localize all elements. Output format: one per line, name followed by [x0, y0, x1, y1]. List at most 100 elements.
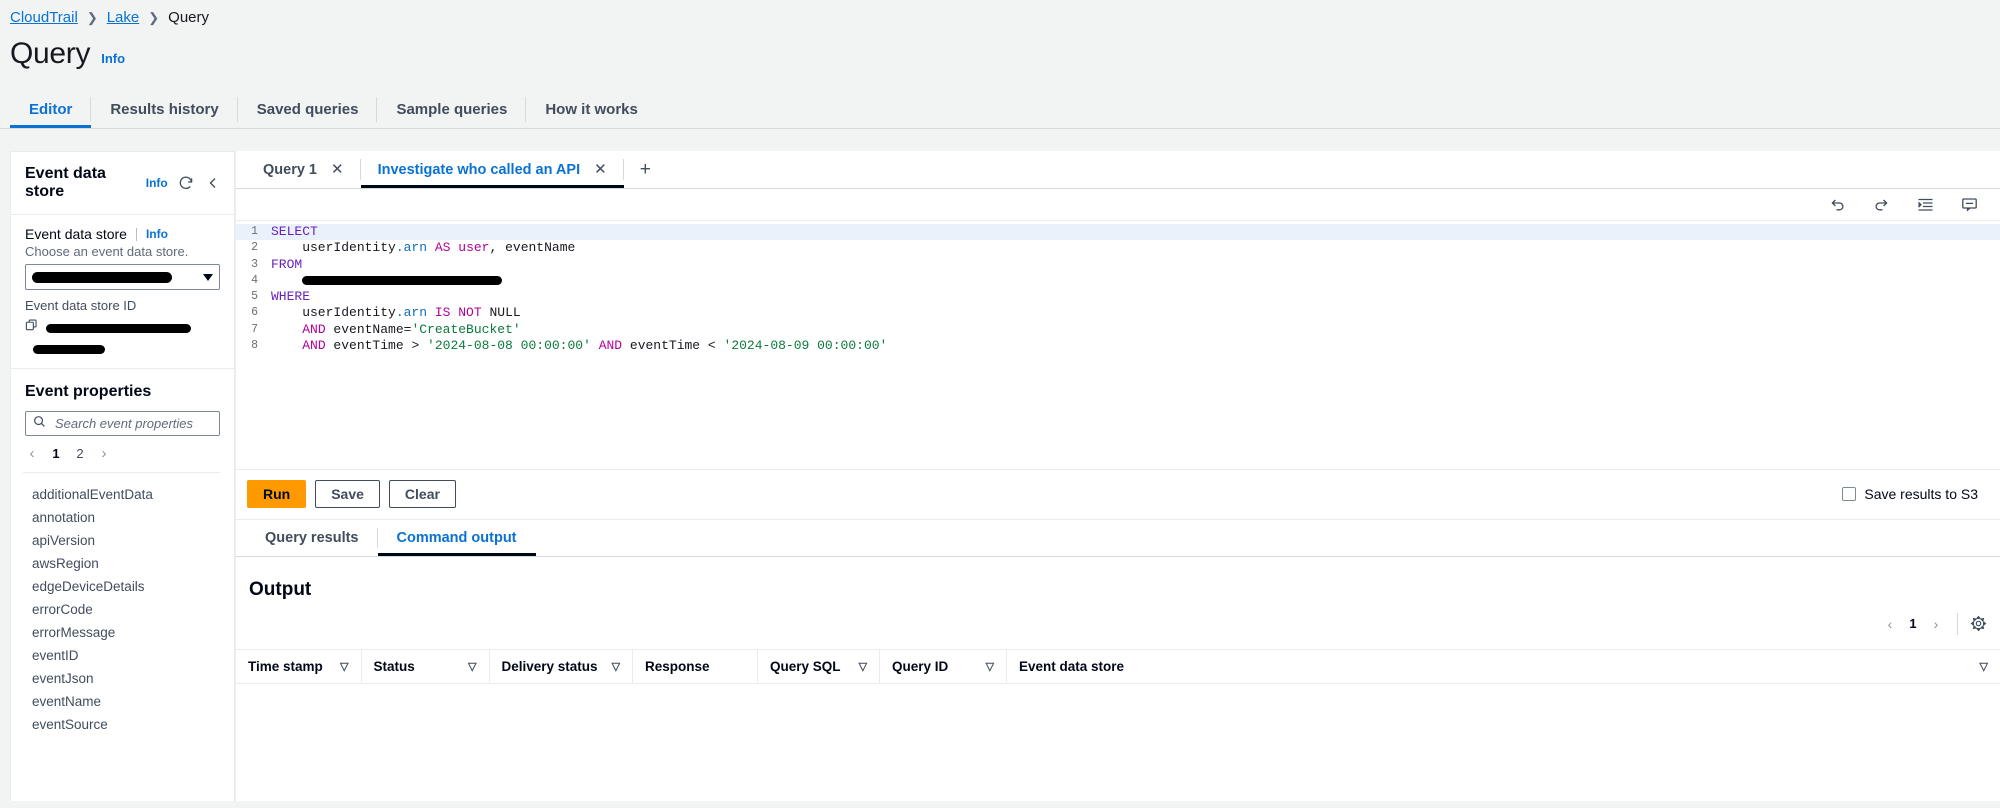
pagination-page-1[interactable]: 1 — [47, 446, 65, 461]
code-line[interactable]: 5 WHERE — [236, 289, 2000, 305]
breadcrumb-separator-icon: ❯ — [148, 9, 160, 25]
sort-icon[interactable]: ▽ — [326, 660, 360, 673]
close-icon[interactable]: ✕ — [331, 162, 344, 177]
column-label: Delivery status — [501, 658, 598, 674]
tab-results-history[interactable]: Results history — [91, 91, 239, 128]
sort-icon[interactable]: ▽ — [972, 660, 1006, 673]
column-header-response: Response — [632, 648, 759, 684]
gear-icon[interactable] — [1968, 614, 1988, 634]
code-line[interactable]: 7 AND eventName='CreateBucket' — [236, 322, 2000, 338]
breadcrumb-item-lake[interactable]: Lake — [107, 9, 140, 26]
undo-icon[interactable] — [1828, 196, 1846, 214]
sort-icon[interactable]: ▽ — [845, 660, 879, 673]
sql-attribute: .arn — [395, 240, 428, 256]
sql-token: , eventName — [489, 240, 576, 256]
save-results-to-s3-label: Save results to S3 — [1864, 485, 1978, 502]
code-line[interactable]: 2 userIdentity.arn AS user, eventName — [236, 240, 2000, 256]
redo-icon[interactable] — [1872, 196, 1890, 214]
column-header-query-sql: Query SQL ▽ — [757, 648, 881, 684]
query-tab-query-1-label: Query 1 — [263, 161, 317, 178]
pagination-page-2[interactable]: 2 — [71, 446, 89, 461]
tab-editor[interactable]: Editor — [10, 91, 92, 128]
comment-icon[interactable] — [1960, 196, 1978, 214]
search-input[interactable] — [53, 415, 212, 432]
sql-keyword: IS NOT — [427, 305, 490, 321]
pagination-prev-button[interactable]: ‹ — [23, 445, 41, 462]
save-results-to-s3-row[interactable]: Save results to S3 — [1842, 486, 1978, 502]
sidebar-info-link[interactable]: Info — [146, 176, 168, 190]
list-item[interactable]: apiVersion — [11, 529, 234, 552]
tab-command-output[interactable]: Command output — [378, 520, 536, 556]
output-pagination-prev[interactable]: ‹ — [1879, 613, 1901, 635]
tab-query-results[interactable]: Query results — [246, 520, 378, 556]
code-line[interactable]: 3 FROM — [236, 257, 2000, 273]
sort-icon[interactable]: ▽ — [454, 660, 488, 673]
run-button[interactable]: Run — [247, 479, 307, 508]
event-data-store-select[interactable] — [25, 264, 220, 290]
list-item[interactable]: annotation — [11, 506, 234, 529]
query-editor-panel: Query 1 ✕ Investigate who called an API … — [235, 151, 2000, 801]
code-line[interactable]: 1 SELECT — [236, 224, 2000, 241]
output-table-toolbar: ‹ 1 › — [236, 601, 2000, 649]
sort-icon[interactable]: ▽ — [1966, 660, 2000, 673]
code-line[interactable]: 8 AND eventTime > '2024-08-08 00:00:00' … — [236, 338, 2000, 354]
label-divider — [135, 227, 137, 241]
output-pagination-next[interactable]: › — [1925, 613, 1947, 635]
chevron-down-icon — [203, 273, 213, 281]
sql-token: userIdentity — [271, 240, 396, 256]
event-properties-section: Event properties ‹ 1 2 › — [11, 368, 234, 473]
tab-how-it-works[interactable]: How it works — [526, 91, 657, 128]
pagination-next-button[interactable]: › — [95, 445, 113, 462]
list-item[interactable]: errorCode — [11, 598, 234, 621]
sql-code-editor[interactable]: 1 SELECT 2 userIdentity.arn AS user, eve… — [236, 221, 2000, 469]
event-data-store-info-link[interactable]: Info — [146, 227, 168, 241]
add-query-tab-button[interactable]: + — [624, 151, 667, 188]
sql-token: eventName= — [325, 321, 412, 337]
clear-button[interactable]: Clear — [388, 479, 456, 508]
event-properties-title: Event properties — [25, 383, 152, 400]
format-indent-icon[interactable] — [1916, 196, 1934, 214]
list-item[interactable]: edgeDeviceDetails — [11, 575, 234, 598]
breadcrumb-item-cloudtrail[interactable]: CloudTrail — [10, 9, 78, 26]
column-label: Time stamp — [248, 658, 323, 674]
event-data-store-id-redacted-2 — [33, 345, 105, 354]
line-number: 3 — [251, 257, 258, 271]
list-item[interactable]: eventName — [11, 690, 234, 713]
page-info-link[interactable]: Info — [101, 51, 125, 66]
column-label: Query ID — [892, 658, 949, 674]
code-line[interactable]: 4 — [236, 273, 2000, 289]
list-item[interactable]: additionalEventData — [11, 483, 234, 506]
table-header-row: Time stamp ▽ Status ▽ Delivery status ▽ Res… — [236, 648, 2000, 684]
list-item[interactable]: errorMessage — [11, 621, 234, 644]
code-line[interactable]: 6 userIdentity.arn IS NOT NULL — [236, 305, 2000, 321]
primary-tab-bar: Editor Results history Saved queries Sam… — [0, 91, 2000, 129]
output-table-head: Time stamp ▽ Status ▽ Delivery status ▽ Res… — [236, 648, 2000, 684]
sql-keyword: AND — [598, 338, 623, 354]
query-tab-query-1[interactable]: Query 1 ✕ — [246, 151, 361, 188]
tab-saved-queries[interactable]: Saved queries — [238, 91, 378, 128]
event-properties-list: additionalEventData annotation apiVersio… — [11, 473, 234, 736]
code-line-text: FROM — [264, 257, 302, 273]
list-item[interactable]: eventJson — [11, 667, 234, 690]
column-header-time-stamp: Time stamp ▽ — [236, 648, 362, 684]
sidebar-header: Event data store Info — [11, 152, 234, 215]
chevron-left-icon[interactable] — [204, 173, 222, 193]
save-results-to-s3-checkbox[interactable] — [1842, 486, 1857, 501]
sort-icon[interactable]: ▽ — [598, 660, 632, 673]
refresh-icon[interactable] — [177, 173, 195, 193]
output-pagination-page-1[interactable]: 1 — [1903, 616, 1923, 631]
close-icon[interactable]: ✕ — [594, 162, 607, 177]
list-item[interactable]: eventID — [11, 644, 234, 667]
tab-sample-queries[interactable]: Sample queries — [377, 91, 527, 128]
query-tab-investigate-who-called-an-api[interactable]: Investigate who called an API ✕ — [361, 151, 624, 188]
list-item[interactable]: awsRegion — [11, 552, 234, 575]
copy-icon[interactable] — [25, 319, 38, 337]
save-button[interactable]: Save — [315, 479, 380, 508]
event-properties-search[interactable] — [25, 411, 220, 436]
event-data-store-id-row-2 — [25, 345, 220, 354]
list-item[interactable]: eventSource — [11, 713, 234, 736]
event-data-store-description: Choose an event data store. — [25, 244, 189, 259]
